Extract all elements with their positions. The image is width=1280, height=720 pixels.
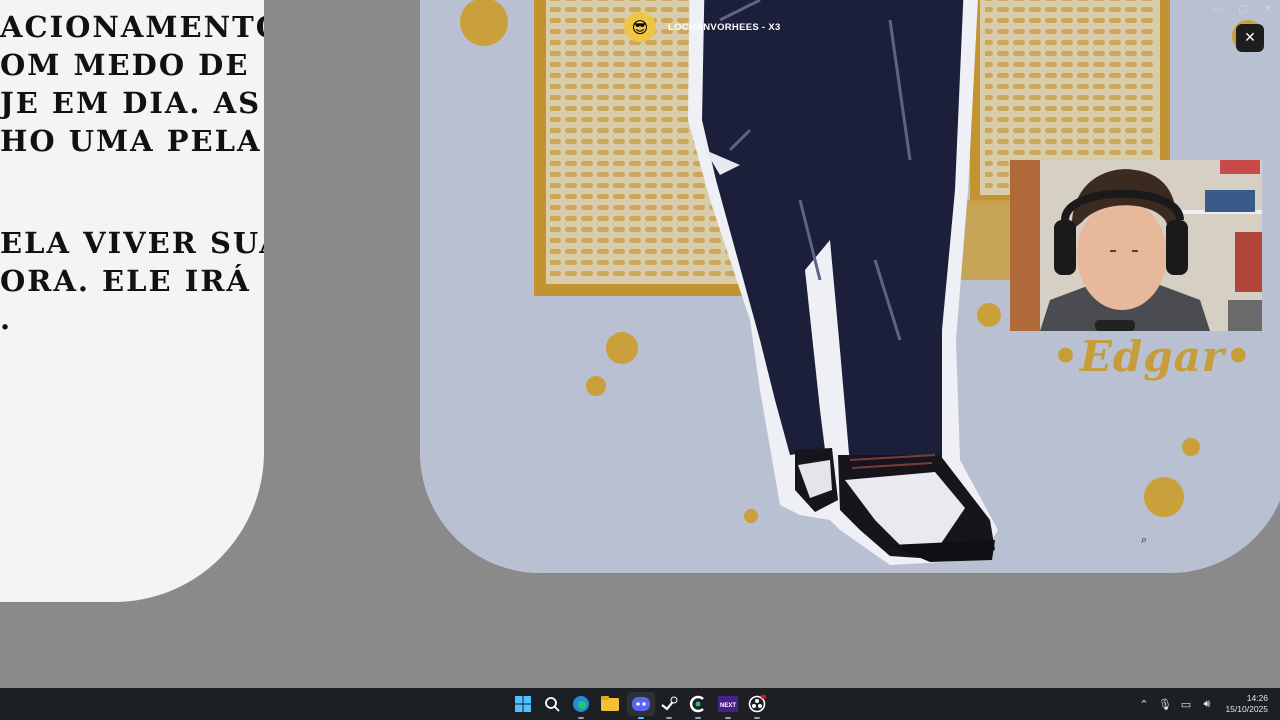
running-indicator xyxy=(754,717,760,719)
close-viewer-button[interactable]: ✕ xyxy=(1236,24,1264,52)
steam-icon[interactable] xyxy=(657,692,681,719)
ccleaner-icon[interactable] xyxy=(686,692,710,719)
network-icon[interactable]: ▭ xyxy=(1175,698,1196,711)
sunglasses-emoji-avatar: 😎 xyxy=(624,12,656,42)
clock-time: 14:26 xyxy=(1246,693,1268,703)
story-text-card: ACIONAMENTO. OM MEDO DE JE EM DIA. AS HO… xyxy=(0,0,264,602)
system-tray: ⌃ 🎙︎ ▭ 🔊︎ 14:26 15/10/2025 xyxy=(1133,688,1280,720)
windows-start-icon[interactable] xyxy=(511,692,535,716)
streamer-name: LOCHANVORHEES - X3 xyxy=(668,21,781,33)
minimize-icon[interactable]: — xyxy=(1212,4,1222,15)
story-line: ELA VIVER SUA xyxy=(0,226,264,260)
streamer-webcam-image xyxy=(1010,160,1262,331)
drawing-signature: •Edgar• xyxy=(1052,332,1253,381)
running-indicator xyxy=(638,717,644,719)
maximize-icon[interactable]: ▢ xyxy=(1238,4,1247,15)
story-line: ACIONAMENTO. xyxy=(0,10,264,44)
window-close-icon[interactable]: ✕ xyxy=(1264,4,1272,15)
story-line: . xyxy=(0,302,13,336)
zoom-cursor-icon: ⌕ xyxy=(1141,533,1148,546)
search-icon[interactable] xyxy=(540,692,564,716)
microphone-icon[interactable]: 🎙︎ xyxy=(1154,698,1175,711)
chevron-up-icon[interactable]: ⌃ xyxy=(1133,698,1154,711)
edge-icon[interactable] xyxy=(569,692,593,719)
running-indicator xyxy=(666,717,672,719)
discord-icon[interactable] xyxy=(627,692,655,719)
clock-date: 15/10/2025 xyxy=(1225,704,1268,714)
stream-header: 😎 LOCHANVORHEES - X3 xyxy=(624,12,781,42)
story-line: OM MEDO DE xyxy=(0,48,250,82)
story-line: ORA. ELE IRÁ xyxy=(0,264,251,298)
windows-taskbar: NEXT ⌃ 🎙︎ ▭ 🔊︎ 14:26 15/10/2025 xyxy=(0,688,1280,720)
volume-icon[interactable]: 🔊︎ xyxy=(1196,697,1217,711)
running-indicator xyxy=(695,717,701,719)
window-controls: — ▢ ✕ xyxy=(1212,4,1272,15)
running-indicator xyxy=(725,717,731,719)
file-explorer-icon[interactable] xyxy=(598,692,622,716)
webcam-feed xyxy=(1010,160,1262,331)
story-line: JE EM DIA. AS xyxy=(0,86,262,120)
obs-icon[interactable] xyxy=(745,692,769,719)
story-line: HO UMA PELA xyxy=(0,124,262,158)
svg-text:NEXT: NEXT xyxy=(720,703,736,709)
running-indicator xyxy=(578,717,584,719)
taskbar-clock[interactable]: 14:26 15/10/2025 xyxy=(1225,693,1268,715)
next-app-icon[interactable]: NEXT xyxy=(716,692,740,719)
